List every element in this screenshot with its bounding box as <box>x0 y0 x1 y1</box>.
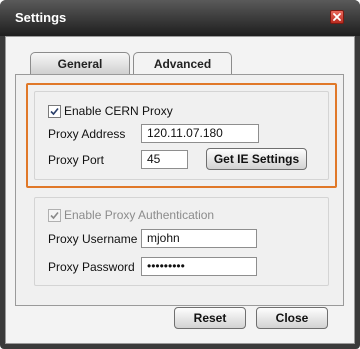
title-bar: Settings <box>0 0 360 36</box>
proxy-address-label: Proxy Address <box>48 127 126 141</box>
reset-button[interactable]: Reset <box>174 307 246 329</box>
checkmark-icon <box>50 211 59 220</box>
proxy-port-label: Proxy Port <box>48 153 105 167</box>
tab-advanced-label: Advanced <box>153 57 212 71</box>
settings-window: Settings General Advanced Enable CERN Pr… <box>0 0 360 349</box>
proxy-password-field[interactable]: ••••••••• <box>141 257 257 276</box>
tab-general-label: General <box>57 57 103 71</box>
tab-advanced[interactable]: Advanced <box>133 52 232 75</box>
proxy-port-field[interactable]: 45 <box>141 150 188 169</box>
tab-general[interactable]: General <box>30 52 130 74</box>
enable-proxy-auth-label: Enable Proxy Authentication <box>64 208 215 222</box>
proxy-username-label: Proxy Username <box>48 232 138 246</box>
enable-proxy-auth-checkbox[interactable] <box>48 209 61 222</box>
get-ie-settings-button[interactable]: Get IE Settings <box>206 148 307 170</box>
enable-cern-proxy-label: Enable CERN Proxy <box>64 104 173 118</box>
close-button[interactable]: Close <box>256 307 328 329</box>
proxy-username-field[interactable]: mjohn <box>141 229 257 248</box>
checkmark-icon <box>50 107 59 116</box>
proxy-password-label: Proxy Password <box>48 260 135 274</box>
close-window-button[interactable] <box>330 10 344 24</box>
enable-cern-proxy-checkbox[interactable] <box>48 105 61 118</box>
proxy-address-field[interactable]: 120.11.07.180 <box>141 124 259 143</box>
close-icon <box>333 13 341 21</box>
window-title: Settings <box>15 10 67 25</box>
